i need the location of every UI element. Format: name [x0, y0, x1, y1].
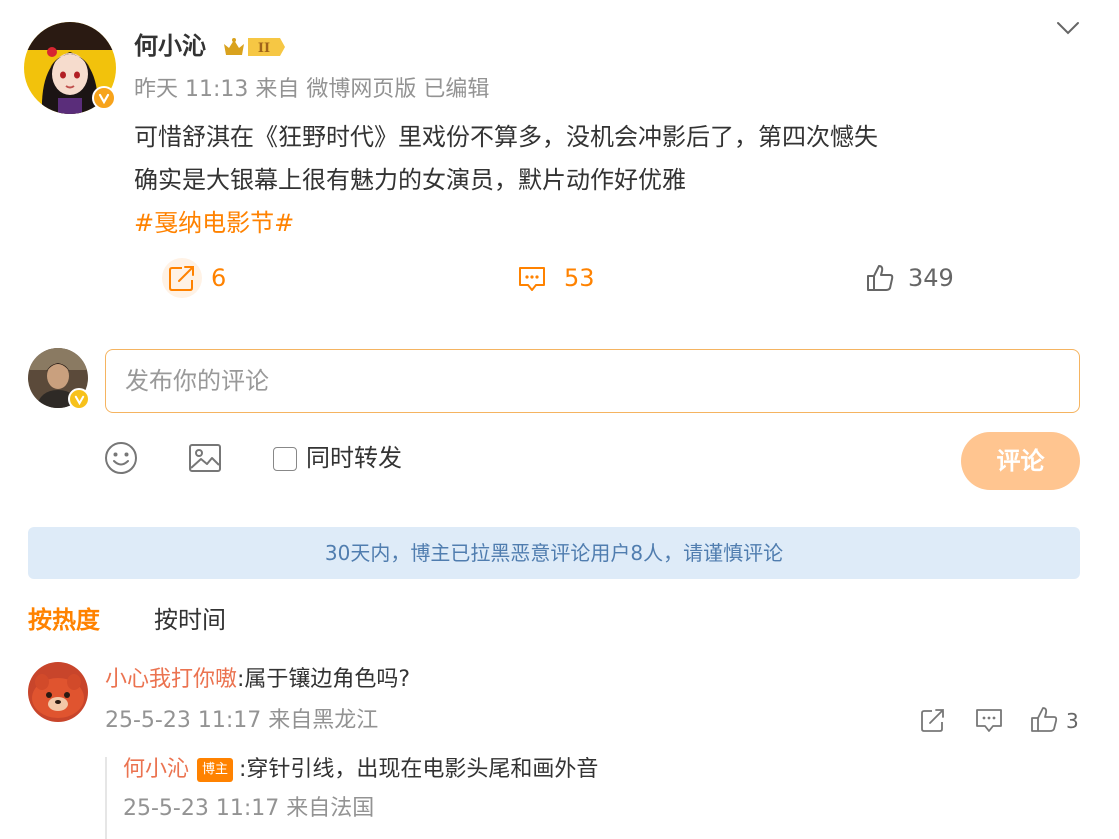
member-level-text: II: [258, 41, 270, 56]
comment-location: 来自黑龙江: [268, 708, 379, 733]
like-count: 349: [908, 264, 954, 292]
comment-button[interactable]: 53: [517, 258, 595, 298]
emoji-icon[interactable]: [103, 440, 139, 476]
comment-icon: [519, 267, 545, 291]
comment-time: 25-5-23 11:17: [105, 708, 262, 733]
comment-input[interactable]: 发布你的评论: [105, 349, 1080, 413]
forward-checkbox[interactable]: [273, 447, 297, 471]
comment-repost-icon[interactable]: [918, 705, 948, 735]
comment-input-placeholder: 发布你的评论: [125, 367, 269, 395]
comment-text: :属于镶边角色吗?: [237, 667, 411, 692]
repost-button[interactable]: 6: [167, 258, 226, 298]
repost-count: 6: [211, 264, 227, 292]
sort-by-hot-tab[interactable]: 按热度: [28, 604, 100, 636]
post-source: 来自 微博网页版: [255, 77, 417, 102]
sort-by-time-tab[interactable]: 按时间: [154, 604, 226, 636]
post-time[interactable]: 昨天 11:13: [134, 77, 248, 102]
post-text-line-2: 确实是大银幕上很有魅力的女演员，默片动作好优雅: [134, 166, 686, 194]
submit-comment-button[interactable]: 评论: [961, 432, 1080, 490]
reply-time: 25-5-23 11:17: [123, 796, 280, 821]
reply-username[interactable]: 何小沁: [123, 754, 189, 786]
reply-content: 何小沁 博主 :穿针引线，出现在电影头尾和画外音: [123, 754, 598, 786]
comment-content: 小心我打你嗷:属于镶边角色吗?: [105, 664, 410, 696]
thumbs-up-icon: [867, 265, 894, 291]
comment-reply-icon[interactable]: [974, 705, 1004, 735]
comment-meta: 25-5-23 11:17 来自黑龙江: [105, 706, 378, 736]
comment-like-icon[interactable]: [1029, 705, 1059, 735]
edited-flag[interactable]: 已编辑: [423, 77, 489, 102]
hashtag-link[interactable]: #戛纳电影节#: [134, 206, 294, 240]
comment-username[interactable]: 小心我打你嗷: [105, 667, 237, 692]
moderation-notice: 30天内，博主已拉黑恶意评论用户8人，请谨慎评论: [28, 527, 1080, 579]
commenter-avatar[interactable]: [28, 662, 88, 722]
chevron-down-icon[interactable]: [1055, 18, 1081, 38]
image-icon[interactable]: [187, 440, 223, 476]
comment-like-count: 3: [1066, 709, 1079, 733]
author-name[interactable]: 何小沁: [134, 30, 206, 62]
member-level-badge[interactable]: II: [222, 35, 286, 59]
verified-icon: [68, 388, 90, 410]
reply-location: 来自法国: [286, 796, 375, 821]
verified-icon: [92, 86, 116, 110]
repost-icon: [169, 266, 194, 291]
post-text-line-1: 可惜舒淇在《狂野时代》里戏份不算多，没机会冲影后了，第四次憾失: [134, 123, 878, 151]
reply-text: :穿针引线，出现在电影头尾和画外音: [239, 757, 599, 782]
reply-meta: 25-5-23 11:17 来自法国: [123, 794, 374, 824]
comment-count: 53: [564, 264, 595, 292]
post-meta: 昨天 11:13 来自 微博网页版 已编辑: [134, 76, 489, 104]
author-badge: 博主: [197, 758, 234, 782]
like-button[interactable]: 349: [865, 258, 954, 298]
reply-divider: [105, 757, 107, 839]
forward-label[interactable]: 同时转发: [306, 442, 402, 474]
